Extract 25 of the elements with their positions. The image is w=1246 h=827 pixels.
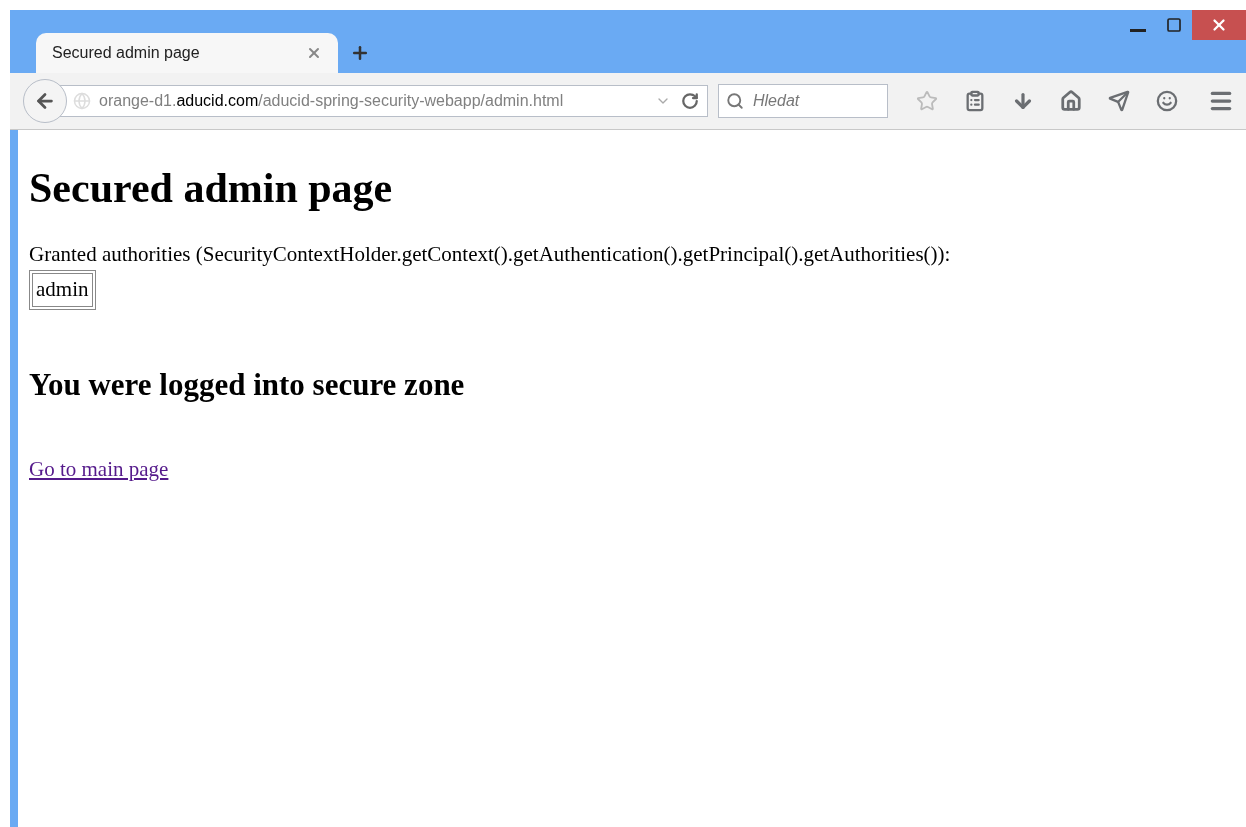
send-icon[interactable] <box>1108 90 1130 112</box>
authority-cell: admin <box>32 273 93 307</box>
search-field[interactable]: Hledat <box>718 84 888 118</box>
chat-icon[interactable] <box>1156 90 1178 112</box>
new-tab-icon[interactable] <box>350 43 370 63</box>
tab-title: Secured admin page <box>52 43 200 63</box>
search-icon <box>726 92 744 110</box>
page-heading: Secured admin page <box>29 164 394 213</box>
clipboard-icon[interactable] <box>964 90 986 112</box>
browser-tab[interactable]: Secured admin page <box>36 33 338 73</box>
status-heading: You were logged into secure zone <box>29 365 466 404</box>
close-icon <box>1210 16 1228 34</box>
download-icon[interactable] <box>1012 90 1034 112</box>
reload-icon[interactable] <box>681 92 699 110</box>
close-icon[interactable] <box>306 45 322 61</box>
globe-icon <box>73 92 91 110</box>
close-button[interactable] <box>1192 10 1246 40</box>
star-icon[interactable] <box>916 90 938 112</box>
authorities-label: Granted authorities (SecurityContextHolder.getContext().getAuthentication().getPrincipal().getAuthorities()): <box>29 240 952 268</box>
maximize-icon <box>1166 17 1182 33</box>
url-text: orange-d1.aducid.com/aducid-spring-security-webapp/admin.html <box>99 91 564 111</box>
minimize-icon <box>1130 28 1146 32</box>
home-icon[interactable] <box>1060 90 1082 112</box>
main-page-link[interactable]: Go to main page <box>29 457 169 481</box>
back-button[interactable] <box>23 79 67 123</box>
